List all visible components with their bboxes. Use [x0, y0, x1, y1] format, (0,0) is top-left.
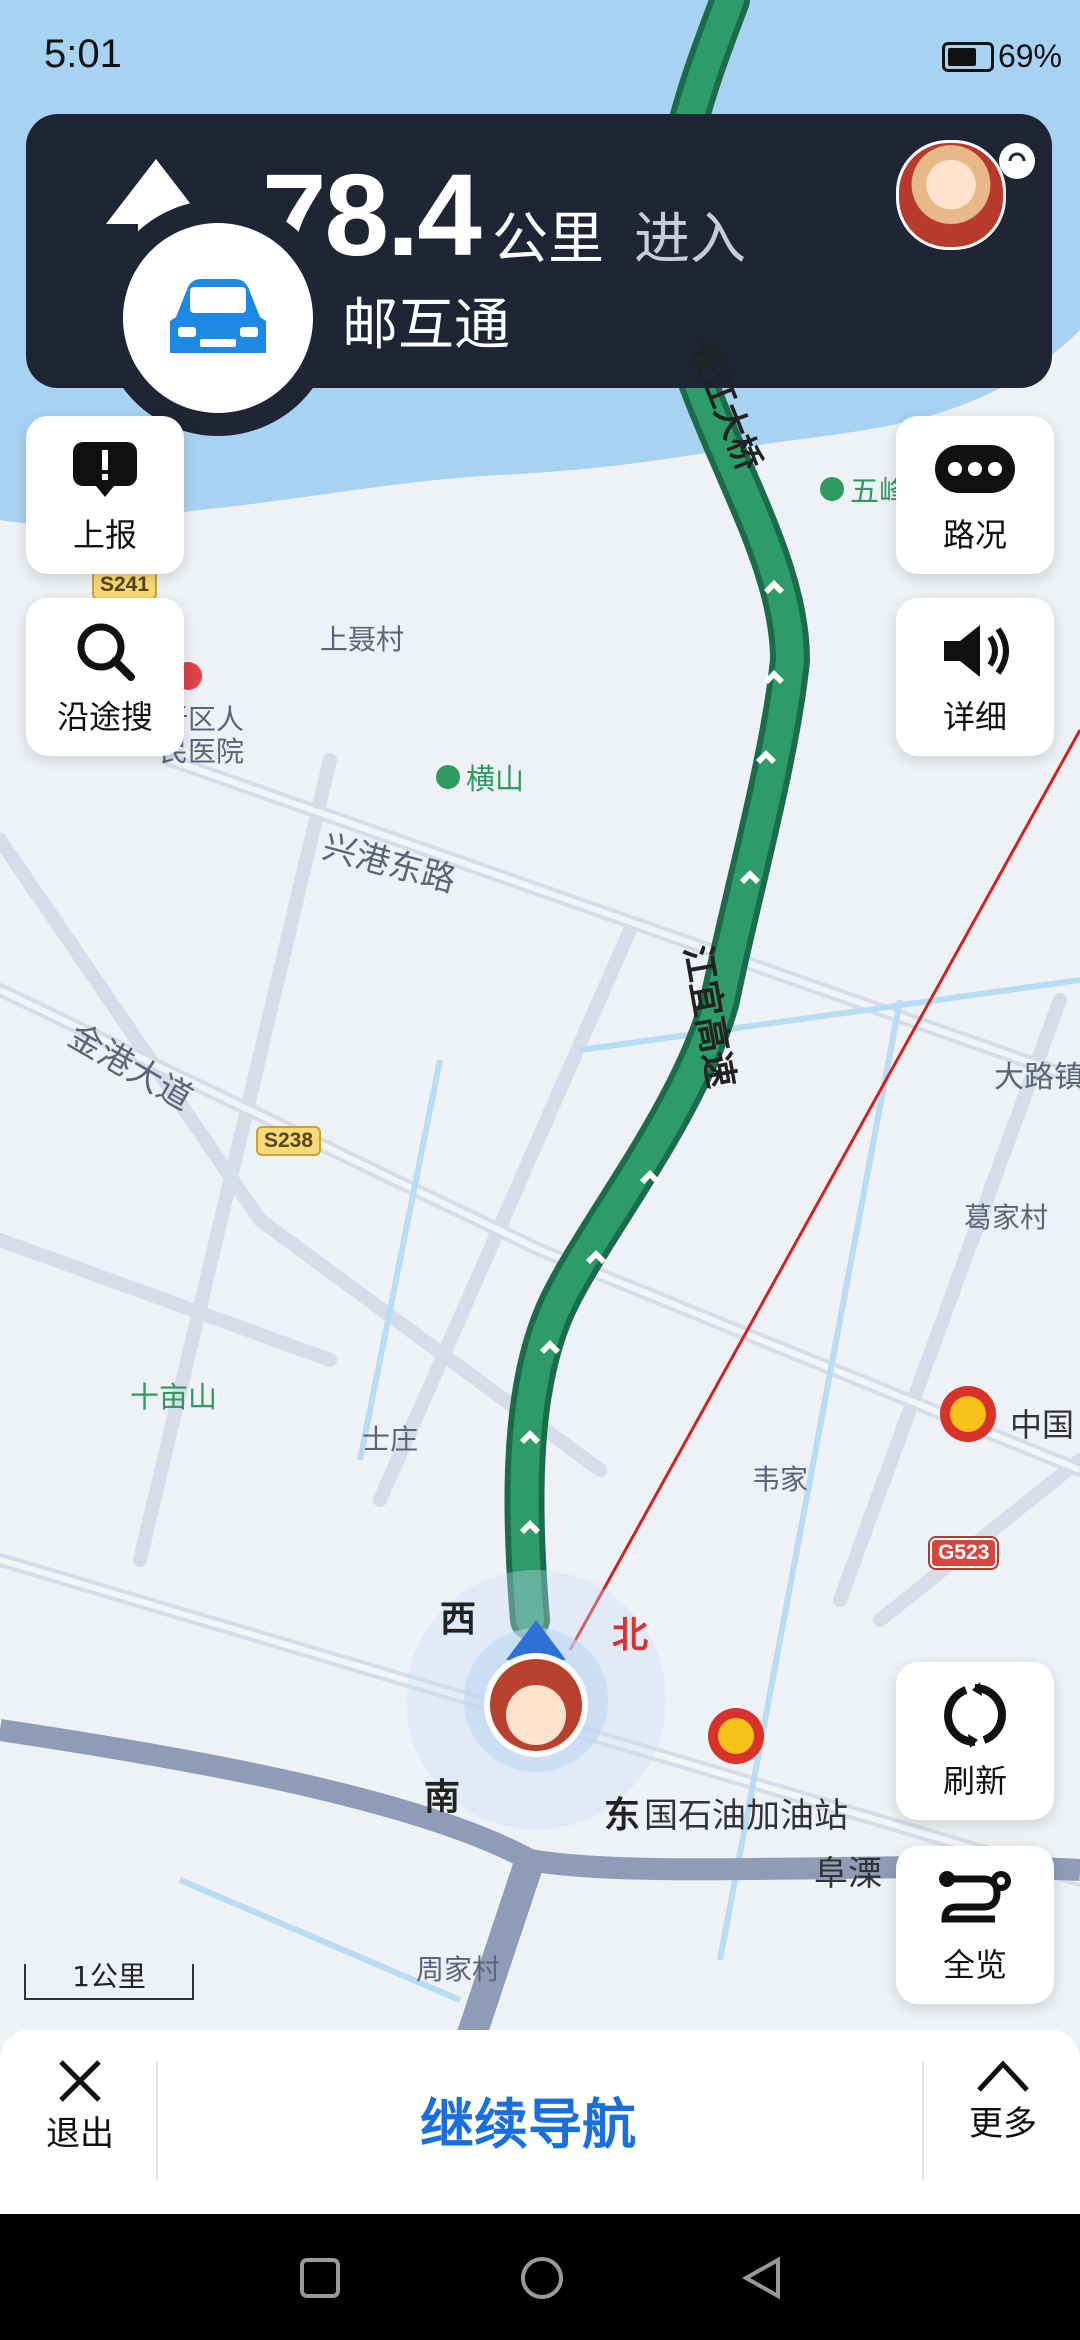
bottom-bar: 退出 继续导航 更多: [0, 2030, 1080, 2214]
road-shield-g523: G523: [930, 1538, 998, 1568]
traffic-button[interactable]: 路况: [896, 416, 1054, 574]
report-button[interactable]: 上报: [26, 416, 184, 574]
more-button[interactable]: 更多: [948, 2056, 1058, 2145]
recent-apps-icon[interactable]: [298, 2256, 342, 2300]
detail-button[interactable]: 详细: [896, 598, 1054, 756]
battery-indicator: 69%: [941, 38, 1062, 75]
compass-west: 西: [440, 1599, 477, 1640]
map-label-tuzhuang: 士庄: [362, 1423, 419, 1456]
map-label-zhongguo: 中国: [1010, 1406, 1075, 1444]
refresh-button[interactable]: 刷新: [896, 1662, 1054, 1820]
map-label-shangyu: 上聂村: [320, 623, 405, 656]
route-overview-icon: [939, 1871, 1011, 1923]
home-icon[interactable]: [518, 2254, 566, 2302]
map-scale: 1公里: [24, 1963, 194, 2000]
battery-percent: 69%: [997, 38, 1062, 74]
guidance-unit: 公里: [492, 207, 604, 272]
battery-icon: [941, 41, 994, 72]
status-time: 5:01: [44, 32, 122, 76]
close-icon: [59, 2060, 101, 2102]
traffic-icon: [935, 445, 1015, 493]
guidance-action: 进入: [634, 207, 746, 272]
divider: [922, 2062, 924, 2180]
car-icon: [170, 279, 266, 353]
map-label-dalu: 大路镇: [994, 1060, 1080, 1095]
poi-shimushan[interactable]: 十亩山: [130, 1374, 217, 1416]
system-nav-bar: [0, 2214, 1080, 2340]
road-shield-s238: S238: [256, 1126, 322, 1156]
map-label-zhoujia: 周家村: [416, 1953, 501, 1986]
search-icon: [77, 623, 135, 681]
back-icon[interactable]: [740, 2256, 784, 2300]
divider: [156, 2062, 158, 2180]
avatar[interactable]: [896, 140, 1006, 250]
speaker-icon: [944, 625, 1009, 677]
overview-button[interactable]: 全览: [896, 1846, 1054, 2004]
map-label-gejia: 葛家村: [964, 1201, 1049, 1234]
map-label-weijia: 韦家: [752, 1463, 809, 1496]
exit-button[interactable]: 退出: [30, 2056, 130, 2155]
refresh-icon: [944, 1682, 1006, 1748]
guidance-road: 邮互通: [342, 293, 510, 358]
search-along-button[interactable]: 沿途搜: [26, 598, 184, 756]
status-bar: 5:01 69%: [0, 0, 1080, 110]
road-shield-s241: S241: [92, 570, 158, 600]
report-icon: [73, 442, 137, 497]
continue-navigation-button[interactable]: 继续导航: [420, 2080, 636, 2159]
map-label-petrochina: 国石油加油站: [644, 1796, 848, 1836]
chevron-up-icon: [977, 2060, 1029, 2092]
compass-south: 南: [424, 1777, 461, 1818]
poi-hengshan[interactable]: 横山: [436, 756, 524, 798]
vehicle-badge[interactable]: [100, 200, 336, 436]
compass-east: 东: [604, 1795, 641, 1836]
compass-north: 北: [612, 1615, 649, 1656]
map-label-funing: 阜溧: [814, 1854, 882, 1894]
